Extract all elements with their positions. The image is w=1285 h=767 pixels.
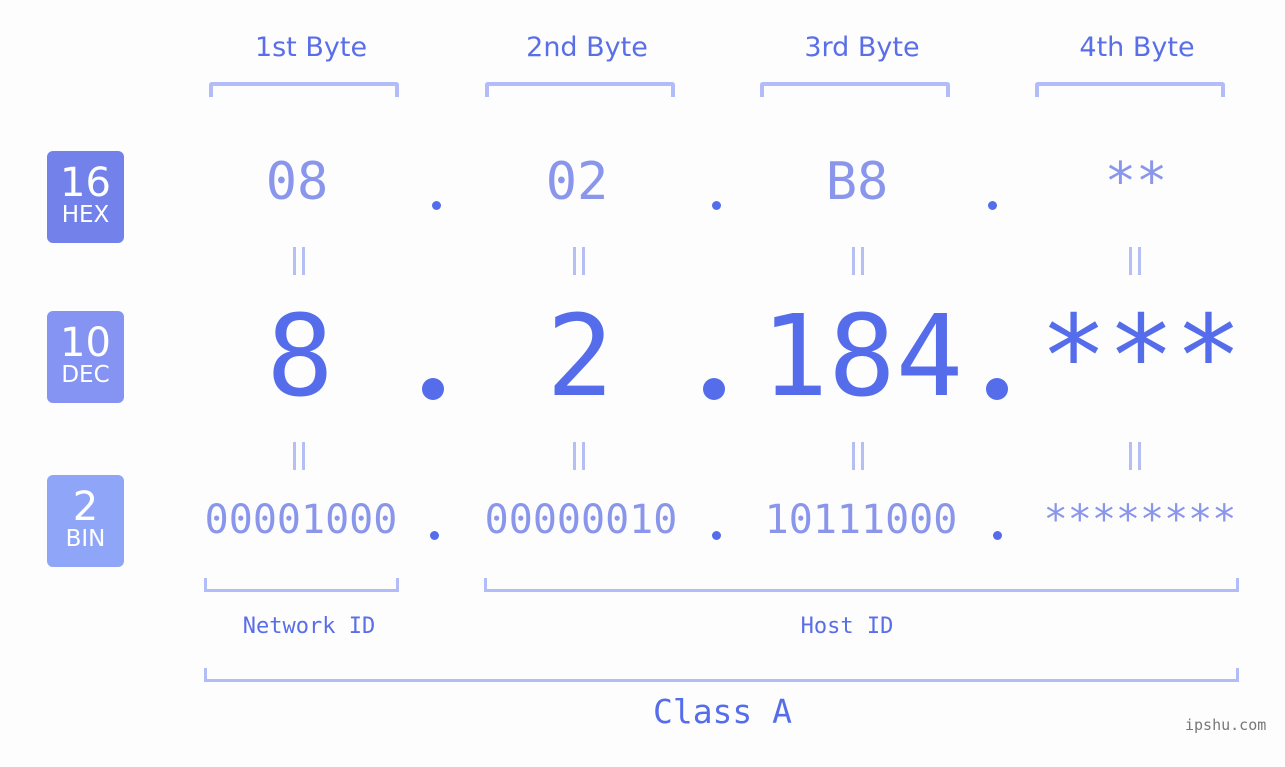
dec-dot-1 [422,378,444,400]
bin-value-4: ******** [1043,497,1237,543]
host-id-bracket [484,578,1239,592]
byte-header-1: 1st Byte [254,32,368,63]
equals-icon [1129,442,1141,470]
bin-base-number: 2 [72,484,99,530]
hex-dot-1 [432,201,441,210]
bin-value-3: 10111000 [764,497,958,543]
hex-base-label: HEX [61,202,110,228]
bin-dot-2 [712,531,721,540]
equals-icon [293,247,305,275]
dec-value-1: 8 [266,292,334,422]
hex-value-2: 02 [545,152,609,212]
byte-bracket-3 [760,82,950,97]
byte-header-3: 3rd Byte [804,32,920,63]
bin-base-label: BIN [65,526,106,552]
bin-dot-3 [993,531,1002,540]
byte-header-2: 2nd Byte [526,32,648,63]
network-id-bracket [204,578,399,592]
class-bracket [204,668,1239,682]
dec-value-4: *** [1039,292,1243,422]
bin-dot-1 [430,531,439,540]
byte-bracket-1 [209,82,399,97]
equals-icon [852,247,864,275]
dec-value-3: 184 [760,292,964,422]
dec-value-2: 2 [546,292,614,422]
bin-value-2: 00000010 [484,497,678,543]
hex-base-number: 16 [60,160,111,206]
dec-badge: 10 DEC [47,311,124,403]
hex-value-3: B8 [825,152,889,212]
dec-dot-2 [703,378,725,400]
equals-icon [573,247,585,275]
bin-value-1: 00001000 [204,497,398,543]
hex-value-4: ** [1104,152,1168,212]
host-id-label: Host ID [800,614,894,639]
equals-icon [1129,247,1141,275]
dec-base-label: DEC [61,362,110,388]
hex-badge: 16 HEX [47,151,124,243]
hex-dot-3 [988,201,997,210]
bin-badge: 2 BIN [47,475,124,567]
byte-header-4: 4th Byte [1079,32,1195,63]
byte-bracket-2 [485,82,675,97]
hex-dot-2 [712,201,721,210]
network-id-label: Network ID [242,614,376,639]
watermark: ipshu.com [1185,716,1267,734]
hex-value-1: 08 [265,152,329,212]
byte-bracket-4 [1035,82,1225,97]
class-label: Class A [652,692,793,731]
equals-icon [573,442,585,470]
dec-base-number: 10 [60,320,111,366]
equals-icon [852,442,864,470]
equals-icon [293,442,305,470]
dec-dot-3 [986,378,1008,400]
